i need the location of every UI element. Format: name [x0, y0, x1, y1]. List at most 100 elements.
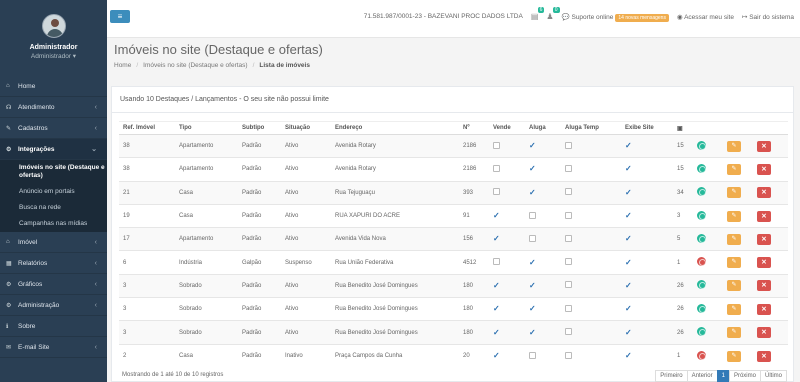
unchecked-box[interactable] — [565, 164, 572, 172]
breadcrumb-section[interactable]: Imóveis no site (Destaque e ofertas) — [143, 62, 247, 69]
unchecked-box[interactable] — [565, 328, 572, 336]
globe-icon[interactable] — [697, 210, 706, 220]
sidebar-item-atendimento[interactable]: ☊ Atendimento ‹ — [0, 97, 107, 118]
unchecked-box[interactable] — [565, 188, 572, 196]
sidebar-item-relatorios[interactable]: ▦ Relatórios ‹ — [0, 253, 107, 274]
pager-primeiro[interactable]: Primeiro — [655, 370, 688, 382]
unchecked-box[interactable] — [493, 188, 500, 196]
edit-button[interactable]: ✎ — [727, 210, 741, 222]
delete-button[interactable]: ✕ — [757, 210, 771, 222]
checked-icon[interactable]: ✓ — [625, 281, 632, 289]
unchecked-box[interactable] — [493, 141, 500, 149]
globe-icon[interactable] — [697, 233, 706, 243]
column-header: Subtipo — [238, 121, 281, 135]
support-link[interactable]: 💬 Suporte online 14 novas mensagens — [562, 13, 669, 22]
sidebar-item-home[interactable]: ⌂ Home — [0, 76, 107, 97]
checked-icon[interactable]: ✓ — [493, 352, 500, 360]
checked-icon[interactable]: ✓ — [625, 142, 632, 150]
delete-button[interactable]: ✕ — [757, 163, 771, 175]
pager-proximo[interactable]: Próximo — [728, 370, 761, 382]
edit-button[interactable]: ✎ — [727, 187, 741, 199]
sidebar-item-graficos[interactable]: ⚙ Gráficos ‹ — [0, 274, 107, 295]
globe-icon[interactable] — [697, 303, 706, 313]
unchecked-box[interactable] — [565, 141, 572, 149]
unchecked-box[interactable] — [529, 234, 536, 242]
unchecked-box[interactable] — [493, 258, 500, 266]
edit-button[interactable]: ✎ — [727, 233, 741, 245]
unchecked-box[interactable] — [565, 211, 572, 219]
submenu-item-busca-na-rede[interactable]: Busca na rede — [0, 200, 107, 216]
checked-icon[interactable]: ✓ — [625, 212, 632, 220]
checked-icon[interactable]: ✓ — [625, 352, 632, 360]
sidebar-item-sobre[interactable]: ℹ Sobre — [0, 316, 107, 337]
checked-icon[interactable]: ✓ — [493, 235, 500, 243]
checked-icon[interactable]: ✓ — [529, 328, 536, 336]
delete-button[interactable]: ✕ — [757, 303, 771, 315]
checked-icon[interactable]: ✓ — [625, 235, 632, 243]
submenu-item-campanhas-nas-midias[interactable]: Campanhas nas mídias — [0, 216, 107, 232]
logout-link[interactable]: ↦ Sair do sistema — [742, 13, 794, 21]
unchecked-box[interactable] — [529, 351, 536, 359]
checked-icon[interactable]: ✓ — [493, 328, 500, 336]
site-link[interactable]: ◉ Acessar meu site — [677, 13, 734, 21]
edit-button[interactable]: ✎ — [727, 350, 741, 362]
sidebar-item-cadastros[interactable]: ✎ Cadastros ‹ — [0, 118, 107, 139]
pager-ultimo[interactable]: Último — [759, 370, 787, 382]
pager-page-1[interactable]: 1 — [716, 370, 730, 382]
globe-icon[interactable] — [697, 280, 706, 290]
alerts-icon[interactable]: ♟ 0 — [546, 7, 560, 21]
submenu-item-anuncio-em-portais[interactable]: Anúncio em portais — [0, 184, 107, 200]
checked-icon[interactable]: ✓ — [529, 305, 536, 313]
sidebar-item-e-mail-site[interactable]: ✉ E-mail Site ‹ — [0, 337, 107, 358]
checked-icon[interactable]: ✓ — [529, 188, 536, 196]
edit-button[interactable]: ✎ — [727, 327, 741, 339]
checked-icon[interactable]: ✓ — [625, 258, 632, 266]
checked-icon[interactable]: ✓ — [493, 212, 500, 220]
unchecked-box[interactable] — [565, 234, 572, 242]
checked-icon[interactable]: ✓ — [493, 281, 500, 289]
unchecked-box[interactable] — [565, 281, 572, 289]
globe-icon[interactable] — [697, 187, 706, 197]
pager-anterior[interactable]: Anterior — [686, 370, 718, 382]
checked-icon[interactable]: ✓ — [493, 305, 500, 313]
edit-button[interactable]: ✎ — [727, 303, 741, 315]
notifications-icon[interactable]: ▤ 6 — [531, 7, 545, 21]
globe-icon[interactable] — [697, 163, 706, 173]
unchecked-box[interactable] — [565, 351, 572, 359]
sidebar-item-integracoes[interactable]: ⚙ Integrações ⌄ — [0, 139, 107, 160]
checked-icon[interactable]: ✓ — [529, 258, 536, 266]
unchecked-box[interactable] — [565, 258, 572, 266]
edit-button[interactable]: ✎ — [727, 140, 741, 152]
delete-button[interactable]: ✕ — [757, 187, 771, 199]
globe-icon[interactable] — [697, 140, 706, 150]
menu-toggle-button[interactable]: ≡ — [110, 10, 130, 23]
delete-button[interactable]: ✕ — [757, 327, 771, 339]
delete-button[interactable]: ✕ — [757, 257, 771, 269]
globe-icon[interactable] — [697, 327, 706, 337]
checked-icon[interactable]: ✓ — [625, 305, 632, 313]
sidebar-item-imovel[interactable]: ⌂ Imóvel ‹ — [0, 232, 107, 253]
avatar[interactable] — [41, 14, 66, 38]
globe-icon[interactable] — [697, 257, 706, 267]
checked-icon[interactable]: ✓ — [529, 281, 536, 289]
edit-button[interactable]: ✎ — [727, 280, 741, 292]
delete-button[interactable]: ✕ — [757, 350, 771, 362]
profile-role-dropdown[interactable]: Administrador ▾ — [0, 52, 107, 60]
checked-icon[interactable]: ✓ — [529, 165, 536, 173]
unchecked-box[interactable] — [529, 211, 536, 219]
checked-icon[interactable]: ✓ — [625, 328, 632, 336]
edit-button[interactable]: ✎ — [727, 163, 741, 175]
unchecked-box[interactable] — [565, 304, 572, 312]
delete-button[interactable]: ✕ — [757, 140, 771, 152]
submenu-item-imoveis-no-site-destaque-e-ofertas[interactable]: Imóveis no site (Destaque e ofertas) — [0, 160, 107, 184]
delete-button[interactable]: ✕ — [757, 233, 771, 245]
checked-icon[interactable]: ✓ — [625, 165, 632, 173]
breadcrumb-home[interactable]: Home — [114, 62, 131, 69]
globe-icon[interactable] — [697, 350, 706, 360]
checked-icon[interactable]: ✓ — [625, 188, 632, 196]
checked-icon[interactable]: ✓ — [529, 142, 536, 150]
sidebar-item-administracao[interactable]: ⚙ Administração ‹ — [0, 295, 107, 316]
unchecked-box[interactable] — [493, 164, 500, 172]
delete-button[interactable]: ✕ — [757, 280, 771, 292]
edit-button[interactable]: ✎ — [727, 257, 741, 269]
